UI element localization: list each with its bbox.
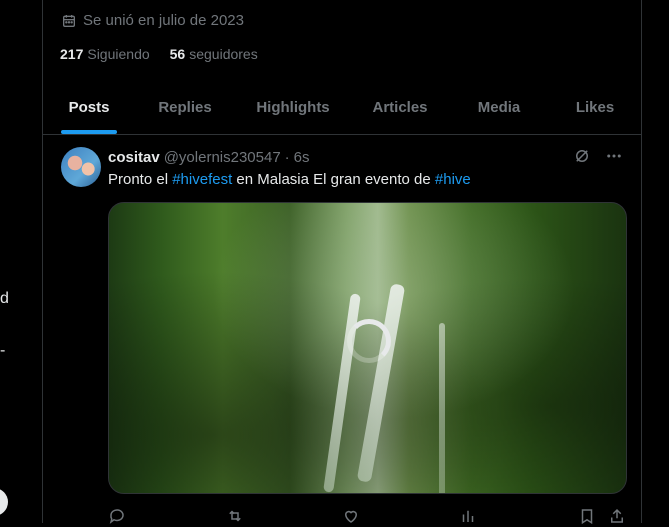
tab-replies[interactable]: Replies [135, 80, 235, 134]
tweet-time[interactable]: 6s [294, 149, 310, 166]
following-link[interactable]: 217 Siguiendo [60, 46, 150, 62]
following-count: 217 [60, 46, 84, 62]
tab-likes[interactable]: Likes [549, 80, 641, 134]
tweet-video[interactable] [108, 202, 627, 494]
tab-posts[interactable]: Posts [43, 80, 135, 134]
more-icon[interactable] [605, 147, 623, 165]
tweet-author-name[interactable]: cositav [108, 149, 160, 166]
hashtag-link[interactable]: #hivefest [172, 171, 232, 188]
bookmark-icon[interactable] [578, 507, 596, 525]
grok-icon[interactable] [573, 147, 591, 165]
tab-media[interactable]: Media [449, 80, 549, 134]
retweet-icon[interactable] [225, 507, 245, 525]
tweet-header: cositav @yolernis230547 · 6s [108, 149, 310, 166]
waterfall-stream [439, 323, 445, 493]
avatar[interactable] [61, 147, 101, 187]
tweet-author-handle[interactable]: @yolernis230547 [164, 149, 281, 166]
followers-label: seguidores [189, 46, 258, 62]
loading-spinner [347, 319, 391, 363]
hashtag-link[interactable]: #hive [435, 171, 471, 188]
profile-column: Se unió en julio de 2023 217 Siguiendo 56… [42, 0, 642, 525]
tweet-top-actions [573, 147, 623, 165]
sidebar-avatar-fragment[interactable] [0, 488, 8, 516]
tab-articles[interactable]: Articles [351, 80, 449, 134]
profile-tabs: Posts Replies Highlights Articles Media … [43, 80, 641, 135]
separator-dot: · [284, 149, 290, 166]
tweet-text: Pronto el #hivefest en Malasia El gran e… [108, 171, 471, 188]
tweet-text-part: en Malasia El gran evento de [232, 171, 435, 188]
views-icon[interactable] [459, 507, 477, 525]
join-date: Se unió en julio de 2023 [61, 12, 244, 29]
tweet-action-bar [108, 507, 625, 527]
tweet[interactable]: cositav @yolernis230547 · 6s Pronto el #… [43, 135, 641, 525]
tweet-text-part: Pronto el [108, 171, 173, 188]
tab-highlights[interactable]: Highlights [235, 80, 351, 134]
following-label: Siguiendo [87, 46, 150, 62]
sidebar-text-fragment: d [0, 290, 9, 307]
followers-count: 56 [169, 46, 186, 62]
join-date-text: Se unió en julio de 2023 [83, 12, 244, 29]
sidebar-text-fragment: - [0, 342, 6, 359]
like-icon[interactable] [342, 507, 360, 525]
follow-stats: 217 Siguiendo 56 seguidores [60, 46, 258, 62]
share-icon[interactable] [608, 507, 626, 525]
waterfall-stream [356, 283, 406, 483]
calendar-icon [61, 13, 77, 29]
followers-link[interactable]: 56 seguidores [170, 46, 258, 62]
reply-icon[interactable] [108, 507, 126, 525]
left-sidebar-fragment: d - [0, 0, 42, 523]
